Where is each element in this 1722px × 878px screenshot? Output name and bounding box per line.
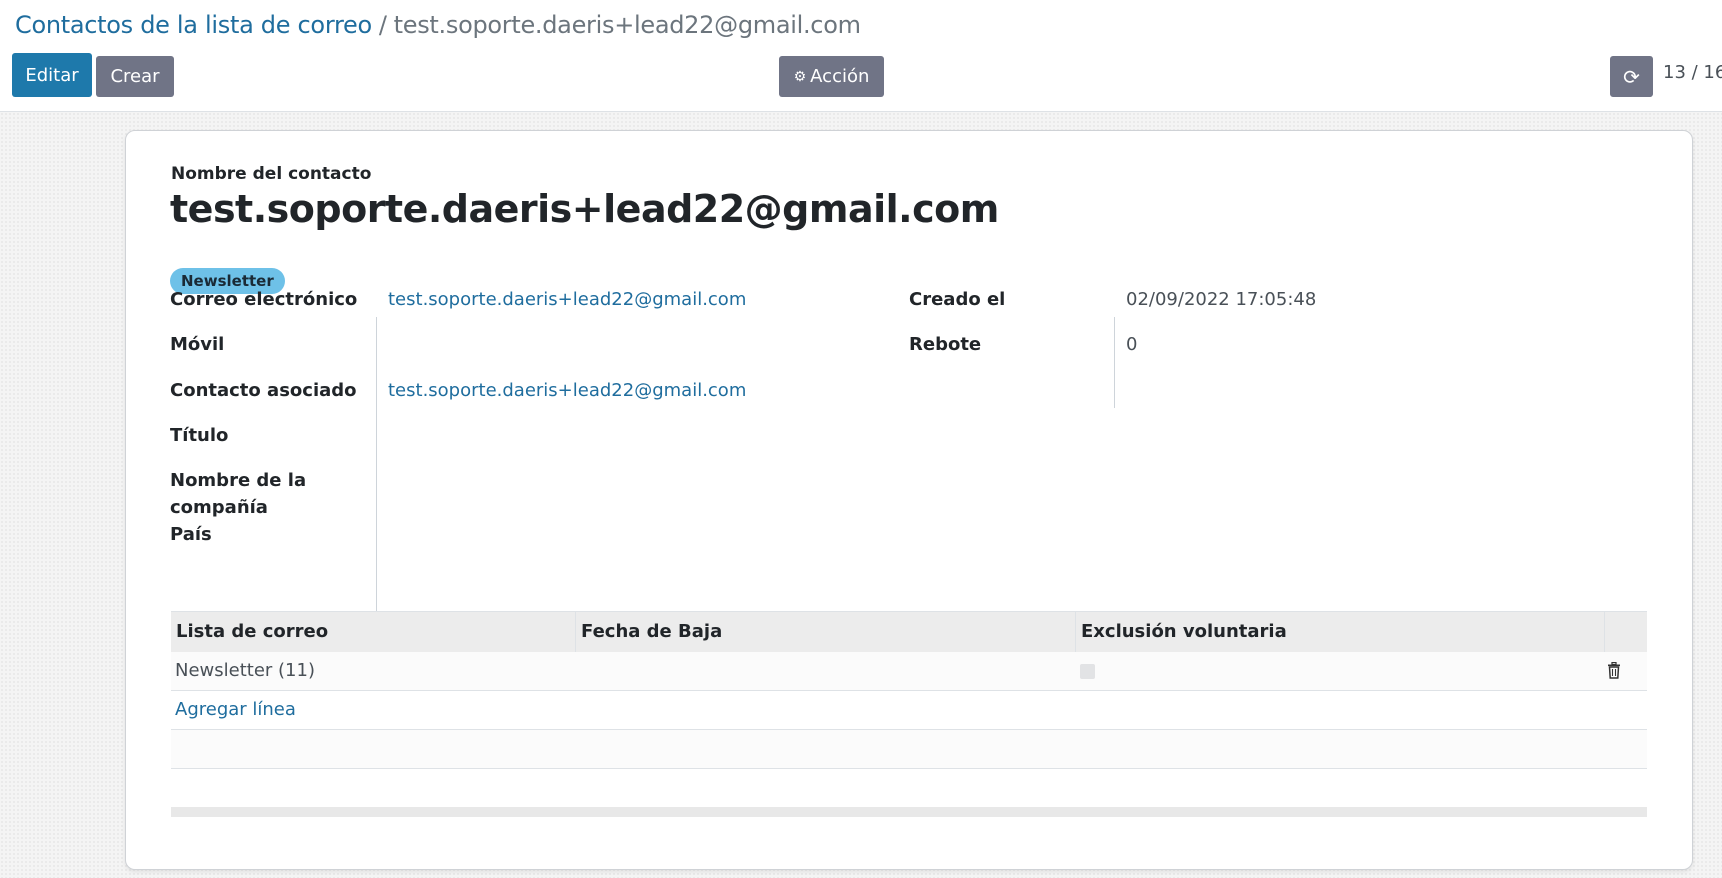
contact-name-label: Nombre del contacto [171,164,372,184]
form-sheet: Nombre del contacto test.soporte.daeris+… [125,130,1693,870]
created-on-label: Creado el [909,289,1006,310]
row-unsubscribe-date[interactable] [575,652,579,690]
column-header-unsubscribe-date[interactable]: Fecha de Baja [575,612,1075,652]
email-value[interactable]: test.soporte.daeris+lead22@gmail.com [388,289,746,310]
company-name-label-line2: compañía [170,497,268,518]
control-panel: Contactos de la lista de correo / test.sop… [0,0,1722,112]
column-header-opt-out[interactable]: Exclusión voluntaria [1075,612,1604,652]
create-button[interactable]: Crear [96,56,174,97]
gear-icon: ⚙ [793,68,807,85]
title-field-label: Título [170,425,229,446]
right-group-separator [1114,317,1115,408]
pager-value[interactable]: 13 / 16 [1663,62,1722,83]
add-line-row: Agregar línea [171,691,1647,730]
mobile-label: Móvil [170,334,225,355]
opt-out-checkbox[interactable] [1080,664,1095,679]
refresh-button[interactable]: ⟳ [1610,56,1653,97]
table-row[interactable]: Newsletter (11) [171,652,1647,691]
horizontal-scrollbar[interactable] [171,807,1647,817]
action-button-label: Acción [810,66,870,87]
column-header-actions [1604,612,1647,652]
column-header-mailing-list[interactable]: Lista de correo [171,612,575,652]
country-label: País [170,524,212,545]
associated-contact-label: Contacto asociado [170,380,357,401]
associated-contact-value[interactable]: test.soporte.daeris+lead22@gmail.com [388,380,746,401]
action-button[interactable]: ⚙ Acción [779,56,884,97]
created-on-value: 02/09/2022 17:05:48 [1126,289,1317,310]
refresh-icon: ⟳ [1623,64,1640,89]
empty-row [171,730,1647,769]
row-mailing-list[interactable]: Newsletter (11) [171,652,315,690]
email-label: Correo electrónico [170,289,358,310]
breadcrumb-separator: / [378,11,387,39]
bounce-label: Rebote [909,334,982,355]
table-header: Lista de correo Fecha de Baja Exclusión … [171,611,1647,653]
company-name-label-line1: Nombre de la [170,470,307,491]
bounce-value: 0 [1126,334,1138,355]
add-line-link[interactable]: Agregar línea [171,691,296,729]
breadcrumb: Contactos de la lista de correo / test.sop… [15,8,861,42]
contact-name-title: test.soporte.daeris+lead22@gmail.com [170,187,999,231]
breadcrumb-parent-link[interactable]: Contactos de la lista de correo [15,11,372,39]
breadcrumb-current: test.soporte.daeris+lead22@gmail.com [393,11,861,39]
trash-icon[interactable] [1607,662,1621,679]
edit-button[interactable]: Editar [12,53,92,97]
